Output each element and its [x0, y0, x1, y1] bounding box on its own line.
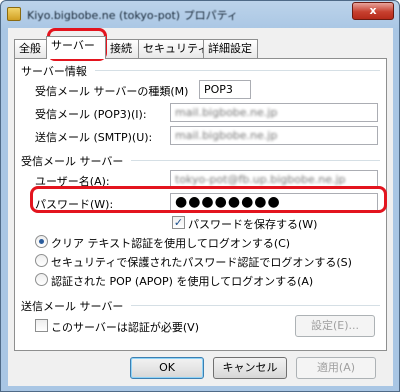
incoming-server-label: 受信メール (POP3)(I):: [35, 108, 147, 121]
tab-security[interactable]: セキュリティ: [138, 39, 208, 58]
requires-auth-label[interactable]: このサーバーは認証が必要(V): [51, 319, 199, 335]
title-bar[interactable]: Kiyo.bigbobe.ne (tokyo-pot) プロパティ x: [1, 1, 399, 27]
dialog-client-area: 全般 サーバー 接続 セキュリティ 詳細設定 サーバー情報 受信メール サーバー…: [8, 28, 393, 386]
tab-advanced[interactable]: 詳細設定: [203, 39, 258, 58]
auth-clear-text-label[interactable]: クリア テキスト認証を使用してログオンする(C): [51, 235, 290, 251]
password-label: パスワード(W):: [35, 198, 114, 211]
tab-general[interactable]: 全般: [14, 39, 47, 58]
server-tab-panel: サーバー情報 受信メール サーバーの種類(M) POP3 受信メール (POP3…: [14, 58, 387, 351]
incoming-server-heading: 受信メール サーバー: [21, 155, 124, 168]
ok-button[interactable]: OK: [130, 357, 204, 379]
properties-window: Kiyo.bigbobe.ne (tokyo-pot) プロパティ x 全般 サ…: [0, 0, 400, 392]
remember-password-checkbox[interactable]: ✓: [172, 216, 185, 229]
remember-password-label[interactable]: パスワードを保存する(W): [188, 216, 317, 232]
username-label: ユーザー名(A):: [35, 175, 110, 188]
username-input[interactable]: tokyo-pot@fb.up.bigbobe.ne.jp: [170, 170, 378, 189]
close-button[interactable]: x: [352, 2, 394, 20]
tab-server[interactable]: サーバー: [46, 36, 106, 59]
section-divider: [131, 305, 380, 306]
settings-button[interactable]: 設定(E)...: [295, 315, 375, 337]
requires-auth-checkbox[interactable]: [35, 319, 48, 332]
section-divider: [95, 70, 380, 71]
auth-apop-radio[interactable]: [35, 273, 48, 286]
auth-clear-text-radio[interactable]: [35, 235, 48, 248]
server-info-heading: サーバー情報: [21, 65, 87, 78]
window-title: Kiyo.bigbobe.ne (tokyo-pot) プロパティ: [27, 9, 238, 22]
incoming-server-input[interactable]: mail.bigbobe.ne.jp: [170, 103, 378, 122]
section-divider: [131, 160, 380, 161]
apply-button[interactable]: 適用(A): [296, 357, 376, 379]
incoming-type-field[interactable]: POP3: [199, 80, 251, 99]
auth-apop-label[interactable]: 認証された POP (APOP) を使用してログオンする(A): [51, 273, 313, 289]
mail-account-icon: [7, 7, 21, 21]
auth-spa-radio[interactable]: [35, 254, 48, 267]
outgoing-server-input[interactable]: mail.bigbobe.ne.jp: [170, 126, 378, 145]
tab-connection[interactable]: 接続: [105, 39, 139, 58]
auth-spa-label[interactable]: セキュリティで保護されたパスワード認証でログオンする(S): [51, 254, 352, 270]
incoming-type-label: 受信メール サーバーの種類(M): [35, 85, 189, 98]
cancel-button[interactable]: キャンセル: [213, 357, 287, 379]
outgoing-server-heading: 送信メール サーバー: [21, 300, 124, 313]
password-input[interactable]: ●●●●●●●●: [170, 193, 378, 212]
outgoing-server-label: 送信メール (SMTP)(U):: [35, 131, 153, 144]
